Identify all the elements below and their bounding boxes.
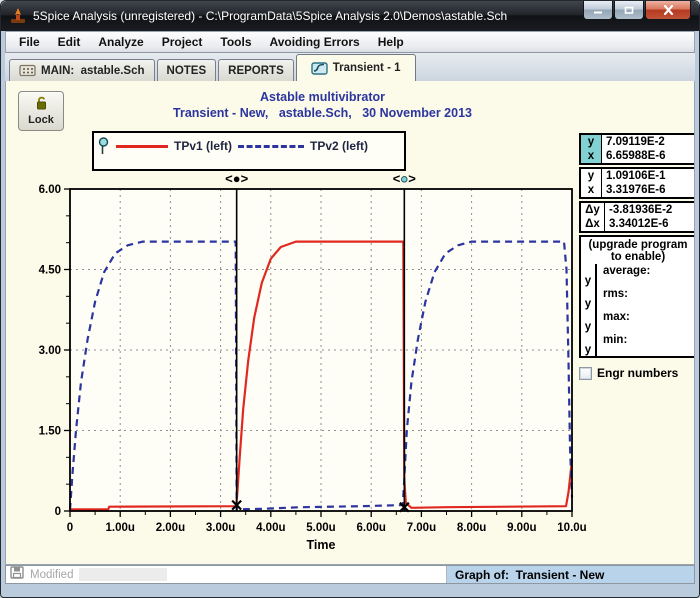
svg-text:1.00u: 1.00u (105, 522, 134, 534)
close-button[interactable] (645, 1, 691, 20)
svg-text:6.00: 6.00 (39, 184, 61, 196)
stat-name: average: (597, 264, 695, 287)
app-window: 5Spice Analysis (unregistered) - C:\Prog… (0, 0, 700, 598)
second-y-label: y (581, 169, 602, 183)
status-graph-of: Graph of: Transient - New (447, 566, 694, 583)
svg-text:1.50: 1.50 (39, 426, 61, 438)
svg-text:8.00u: 8.00u (457, 522, 486, 534)
svg-text:6.00u: 6.00u (356, 522, 385, 534)
legend-series2-label: TPv2 (left) (310, 139, 368, 153)
active-x-label: x (581, 149, 602, 163)
active-y-label: y (581, 135, 602, 149)
svg-text:Time: Time (307, 538, 336, 552)
minimize-button[interactable] (583, 1, 613, 20)
menu-file[interactable]: File (10, 33, 49, 51)
second-x-label: x (581, 183, 602, 197)
window-title: 5Spice Analysis (unregistered) - C:\Prog… (33, 9, 507, 23)
delta-x-label: Δx (581, 217, 605, 231)
titlebar[interactable]: 5Spice Analysis (unregistered) - C:\Prog… (1, 1, 699, 31)
window-controls (582, 1, 691, 20)
second-cursor-readout: y 1.09106E-1 x 3.31976E-6 (579, 167, 695, 199)
svg-text:5.00u: 5.00u (306, 522, 335, 534)
save-floppy-icon[interactable] (10, 566, 24, 584)
active-x-value: 6.65988E-6 (602, 149, 695, 163)
menu-project[interactable]: Project (153, 33, 212, 51)
tab-main-astable-sch[interactable]: MAIN: astable.Sch (9, 59, 155, 81)
tab-label: NOTES (167, 65, 207, 77)
stat-y-label: y (581, 264, 597, 287)
svg-text:7.00u: 7.00u (407, 522, 436, 534)
svg-text:<●>: <●> (225, 171, 248, 186)
menu-analyze[interactable]: Analyze (89, 33, 152, 51)
svg-text:<●>: <●> (393, 171, 416, 186)
menu-help[interactable]: Help (369, 33, 413, 51)
menu-edit[interactable]: Edit (49, 33, 90, 51)
tab-label: REPORTS (228, 65, 284, 77)
second-x-value: 3.31976E-6 (602, 183, 695, 197)
stat-row-max: ymax: (581, 310, 695, 333)
svg-text:10.0u: 10.0u (557, 522, 586, 534)
delta-y-value: -3.81936E-2 (605, 203, 695, 217)
upgrade-note: (upgrade program to enable) (581, 237, 695, 264)
stat-row-min: ymin: (581, 333, 695, 356)
legend-series2-line (238, 145, 304, 148)
delta-readout: Δy -3.81936E-2 Δx 3.34012E-6 (579, 201, 695, 233)
svg-text:4.00u: 4.00u (256, 522, 285, 534)
checkbox-icon[interactable] (579, 367, 592, 380)
stat-name: min: (597, 333, 695, 356)
graph-page: Lock Astable multivibrator Transient - N… (5, 81, 695, 565)
menu-avoiding-errors[interactable]: Avoiding Errors (261, 33, 369, 51)
app-icon (9, 7, 27, 25)
status-modified-section: Modified (6, 566, 447, 583)
svg-text:3.00: 3.00 (39, 345, 61, 357)
status-bar: Modified Graph of: Transient - New (5, 565, 695, 584)
menu-bar: FileEditAnalyzeProjectToolsAvoiding Erro… (5, 31, 695, 53)
tab-label: MAIN: astable.Sch (41, 65, 145, 77)
menu-tools[interactable]: Tools (211, 33, 260, 51)
delta-x-value: 3.34012E-6 (605, 217, 695, 231)
tab-notes[interactable]: NOTES (157, 59, 217, 81)
schematic-icon (19, 64, 36, 77)
tab-label: Transient - 1 (333, 62, 401, 74)
engr-numbers-label: Engr numbers (597, 366, 678, 380)
tab-transient-1[interactable]: Transient - 1 (296, 54, 416, 81)
window-frame: FileEditAnalyzeProjectToolsAvoiding Erro… (1, 31, 699, 597)
svg-text:0: 0 (55, 506, 61, 518)
stats-rows: yaverage:yrms:ymax:ymin: (581, 264, 695, 356)
graph-title: Astable multivibrator (30, 90, 615, 104)
legend-series1-label: TPv1 (left) (174, 139, 232, 153)
second-y-value: 1.09106E-1 (602, 169, 695, 183)
legend-series1-line (116, 145, 168, 148)
cursor-readout-panel: y 7.09119E-2 x 6.65988E-6 y 1.09106E-1 x… (579, 133, 695, 380)
svg-text:2.00u: 2.00u (156, 522, 185, 534)
stat-row-rms: yrms: (581, 287, 695, 310)
stat-y-label: y (581, 333, 597, 356)
transient-chart[interactable]: 0 1.00u 2.00u 3.00u 4.00u 5.00u 6.00u 7.00u 8.00… (30, 157, 590, 557)
stat-row-average: yaverage: (581, 264, 695, 287)
stat-name: rms: (597, 287, 695, 310)
status-pill (79, 568, 167, 581)
stat-name: max: (597, 310, 695, 333)
engr-numbers-checkbox[interactable]: Engr numbers (579, 366, 695, 380)
restore-button[interactable] (614, 1, 644, 20)
waveform-icon (311, 62, 328, 75)
svg-text:3.00u: 3.00u (206, 522, 235, 534)
svg-text:9.00u: 9.00u (507, 522, 536, 534)
delta-y-label: Δy (581, 203, 605, 217)
tab-bar: MAIN: astable.Sch NOTES REPORTS Transient -… (5, 53, 695, 81)
modified-label: Modified (30, 569, 73, 581)
stat-y-label: y (581, 287, 597, 310)
active-cursor-readout: y 7.09119E-2 x 6.65988E-6 (579, 133, 695, 165)
graph-subtitle: Transient - New, astable.Sch, 30 Novembe… (30, 106, 615, 120)
svg-text:0: 0 (67, 522, 73, 534)
stat-y-label: y (581, 310, 597, 333)
active-y-value: 7.09119E-2 (602, 135, 695, 149)
tab-reports[interactable]: REPORTS (218, 59, 294, 81)
svg-text:4.50: 4.50 (39, 265, 61, 277)
stats-box: (upgrade program to enable) yaverage:yrm… (579, 235, 695, 358)
